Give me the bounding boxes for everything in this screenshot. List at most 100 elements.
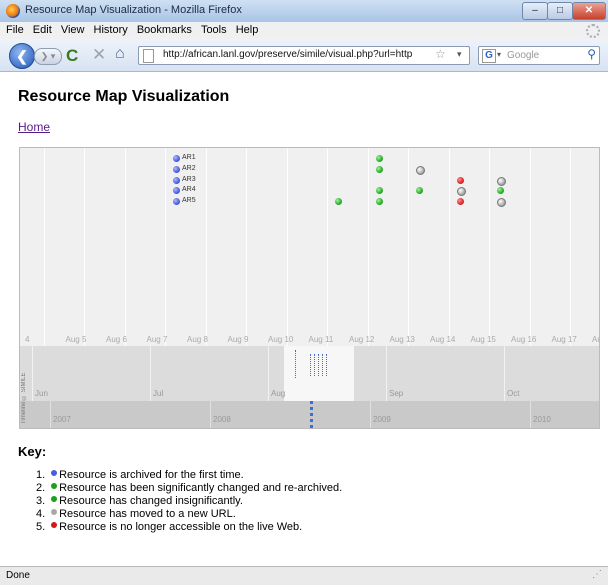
event-label[interactable]: AR3: [182, 176, 196, 183]
day-gridline: [205, 148, 207, 346]
navigation-toolbar: ❮ ❯ ▾ C ✕ ⌂ http://african.lanl.gov/pres…: [0, 39, 608, 72]
event-dot-ar1[interactable]: [375, 155, 383, 162]
month-label: Jul: [153, 389, 164, 398]
menu-bookmarks[interactable]: Bookmarks: [137, 24, 192, 36]
event-label[interactable]: AR5: [182, 197, 196, 204]
key-text: Resource has moved to a new URL.: [59, 508, 236, 520]
event-dot-ar5[interactable]: [173, 198, 180, 205]
key-dot-icon: [51, 509, 58, 515]
key-text: Resource is archived for the first time.: [59, 469, 244, 481]
menu-bar: File Edit View History Bookmarks Tools H…: [0, 22, 608, 39]
day-label: Aug 11: [308, 335, 334, 344]
minimize-button[interactable]: –: [522, 2, 548, 20]
day-gridline: [165, 148, 166, 346]
forward-button[interactable]: ❯ ▾: [34, 48, 62, 65]
url-text[interactable]: http://african.lanl.gov/preserve/simile/…: [163, 49, 433, 60]
home-link[interactable]: Home: [18, 120, 50, 134]
timeline-credit: Timeline © SIMILE: [21, 372, 27, 424]
year-label: 2009: [373, 415, 391, 424]
key-number: 2.: [36, 482, 46, 494]
day-label: Aug 18: [592, 335, 599, 344]
overview-event-tick: [326, 354, 328, 376]
event-dot-ar2[interactable]: [375, 166, 383, 173]
menu-tools[interactable]: Tools: [201, 24, 227, 36]
event-dot-ar4[interactable]: [456, 187, 466, 196]
event-dot-ar5[interactable]: [497, 198, 506, 207]
day-gridline: [286, 148, 288, 346]
overview-event-tick: [314, 354, 316, 376]
year-label: 2008: [213, 415, 231, 424]
event-dot-ar5[interactable]: [375, 198, 383, 205]
day-label: Aug 14: [430, 335, 456, 344]
event-dot-ar4[interactable]: [375, 187, 383, 194]
google-engine-icon[interactable]: G: [482, 49, 496, 63]
key-item: 2. Resource has been significantly chang…: [36, 482, 342, 495]
menu-history[interactable]: History: [94, 24, 128, 36]
url-bar[interactable]: http://african.lanl.gov/preserve/simile/…: [138, 46, 470, 65]
event-dot-ar5[interactable]: [335, 198, 342, 205]
event-dot-ar4[interactable]: [497, 187, 504, 194]
home-icon[interactable]: ⌂: [115, 45, 125, 63]
day-gridline: [408, 148, 409, 346]
event-dot-ar4[interactable]: [416, 187, 423, 194]
event-label[interactable]: AR4: [182, 186, 196, 193]
bookmark-star-icon[interactable]: ☆: [435, 47, 446, 61]
event-dot-ar2[interactable]: [173, 166, 180, 173]
overview-event-tick: [310, 354, 312, 376]
key-text: Resource has been significantly changed …: [59, 482, 343, 494]
key-dot-icon: [51, 522, 58, 528]
menu-file[interactable]: File: [6, 24, 24, 36]
reload-icon[interactable]: C: [66, 46, 78, 66]
maximize-button[interactable]: □: [547, 2, 573, 20]
menu-view[interactable]: View: [61, 24, 85, 36]
day-gridline: [327, 148, 328, 346]
event-dot-ar3[interactable]: [497, 177, 506, 186]
key-number: 4.: [36, 508, 46, 520]
search-placeholder[interactable]: Google: [507, 50, 539, 61]
year-label: 2007: [53, 415, 71, 424]
month-label: Jun: [35, 389, 48, 398]
key-number: 1.: [36, 469, 46, 481]
back-button[interactable]: ❮: [9, 43, 35, 69]
overview-event-tick: [322, 354, 324, 376]
day-label: Aug 10: [268, 335, 294, 344]
day-gridline: [246, 148, 247, 346]
search-box[interactable]: G ▾ Google ⚲: [478, 46, 600, 65]
menu-edit[interactable]: Edit: [33, 24, 52, 36]
day-label: Aug 9: [227, 335, 249, 344]
event-dot-ar1[interactable]: [173, 155, 180, 162]
day-gridline: [43, 148, 45, 346]
event-dot-ar2[interactable]: [416, 166, 425, 175]
event-label[interactable]: AR2: [182, 165, 196, 172]
key-number: 5.: [36, 521, 46, 533]
event-label[interactable]: AR1: [182, 154, 196, 161]
day-gridline: [570, 148, 571, 346]
status-bar: Done ⋰: [0, 566, 608, 585]
timeline-year-band[interactable]: 2007 2008 2009 2010: [20, 401, 599, 428]
menu-help[interactable]: Help: [236, 24, 259, 36]
year-event-tick: [310, 401, 314, 428]
event-dot-ar3[interactable]: [173, 177, 180, 184]
day-gridline: [367, 148, 369, 346]
url-dropdown-icon[interactable]: ▾: [457, 49, 462, 60]
event-dot-ar3[interactable]: [456, 177, 464, 184]
key-dot-icon: [51, 496, 58, 502]
event-dot-ar5[interactable]: [456, 198, 464, 205]
day-label: Aug 15: [470, 335, 496, 344]
engine-dropdown-icon[interactable]: ▾: [497, 50, 501, 59]
key-item: 4. Resource has moved to a new URL.: [36, 508, 342, 521]
overview-event-tick: [295, 350, 297, 378]
day-label: Aug 5: [65, 335, 87, 344]
timeline-widget[interactable]: 4 Aug 5 Aug 6 Aug 7 Aug 8 Aug 9 Aug 10 Aug 11 Au…: [19, 147, 600, 429]
timeline-month-band[interactable]: Jun Jul Aug Sep Oct: [20, 346, 599, 401]
key-text: Resource has changed insignificantly.: [59, 495, 243, 507]
key-list: 1. Resource is archived for the first ti…: [36, 469, 342, 534]
resize-grip-icon[interactable]: ⋰: [592, 569, 602, 580]
search-icon[interactable]: ⚲: [587, 47, 596, 61]
stop-icon[interactable]: ✕: [92, 45, 106, 65]
close-button[interactable]: ✕: [572, 2, 606, 20]
timeline-day-band[interactable]: 4 Aug 5 Aug 6 Aug 7 Aug 8 Aug 9 Aug 10 Aug 11 Au…: [20, 148, 599, 346]
event-dot-ar4[interactable]: [173, 187, 180, 194]
day-label: 4: [25, 335, 30, 344]
day-label: Aug 6: [106, 335, 127, 344]
